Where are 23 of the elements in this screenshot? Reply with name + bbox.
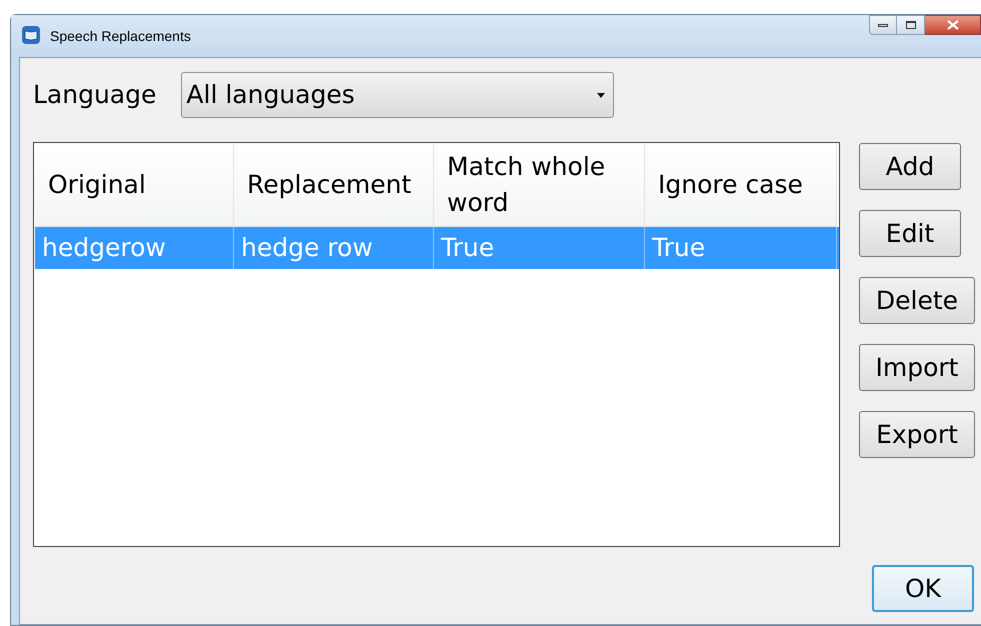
column-header[interactable]: Match whole word bbox=[434, 144, 645, 227]
close-button[interactable] bbox=[925, 15, 981, 35]
action-button[interactable]: Delete bbox=[859, 277, 975, 324]
column-header[interactable]: Original bbox=[35, 144, 234, 227]
action-button[interactable]: Import bbox=[859, 344, 975, 391]
table-cell: True bbox=[645, 227, 837, 269]
language-label: Language bbox=[33, 79, 156, 112]
action-button[interactable]: Edit bbox=[859, 210, 961, 257]
dropdown-arrow-icon bbox=[597, 92, 606, 98]
window-title: Speech Replacements bbox=[50, 27, 191, 46]
language-dropdown[interactable]: All languages bbox=[181, 72, 614, 118]
column-header[interactable]: Ignore case bbox=[645, 144, 837, 227]
action-button[interactable]: Add bbox=[859, 143, 961, 190]
maximize-button[interactable] bbox=[897, 15, 925, 35]
ok-button[interactable]: OK bbox=[872, 565, 974, 612]
close-icon bbox=[946, 20, 958, 30]
app-icon bbox=[21, 25, 41, 45]
table-cell: hedge row bbox=[234, 227, 434, 269]
action-button[interactable]: Export bbox=[859, 411, 975, 458]
column-header[interactable]: Replacement bbox=[234, 144, 434, 227]
table-cell: True bbox=[434, 227, 645, 269]
minimize-button[interactable] bbox=[869, 15, 897, 35]
table-cell: hedgerow bbox=[35, 227, 234, 269]
